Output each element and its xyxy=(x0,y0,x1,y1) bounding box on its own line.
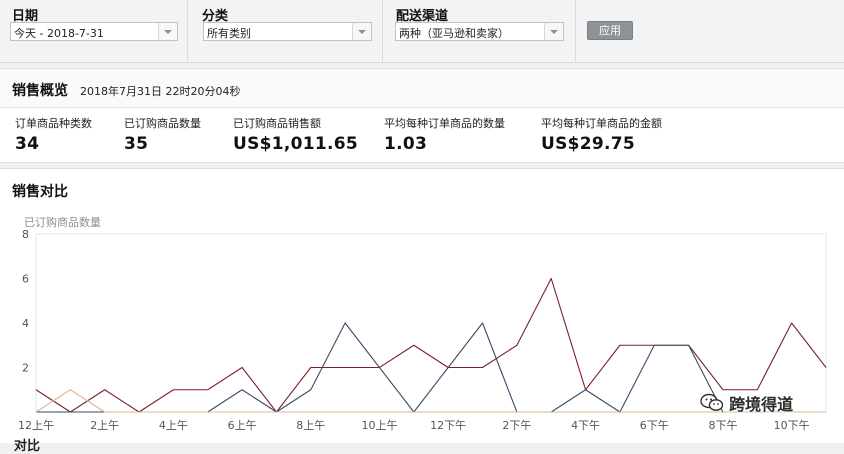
divider xyxy=(575,0,576,62)
sales-overview-title: 销售概览 xyxy=(12,83,68,99)
x-tick-label: 8下午 xyxy=(708,419,737,432)
watermark-text: 跨境得道 xyxy=(729,395,794,414)
metric-value: US$1,011.65 xyxy=(233,134,359,154)
x-tick-label: 4下午 xyxy=(571,419,600,432)
date-filter-group: 日期 今天 - 2018-7-31 xyxy=(0,0,188,62)
chevron-down-icon[interactable] xyxy=(544,23,563,40)
sales-overview-panel: 销售概览 2018年7月31日 22时20分04秒 订单商品种类数 34 已订购… xyxy=(0,68,844,163)
metric-label: 平均每种订单商品的金额 xyxy=(541,117,662,130)
chart-plot-area xyxy=(35,233,827,413)
channel-select[interactable]: 两种（亚马逊和卖家） xyxy=(395,22,564,41)
x-tick-label: 6上午 xyxy=(228,419,257,432)
metric-avg-sales: 平均每种订单商品的金额 US$29.75 xyxy=(541,115,662,154)
metric-value: US$29.75 xyxy=(541,134,636,154)
channel-filter-group: 配送渠道 两种（亚马逊和卖家） xyxy=(384,0,576,62)
x-tick-label: 8上午 xyxy=(296,419,325,432)
x-tick-label: 12上午 xyxy=(18,419,54,432)
divider xyxy=(382,0,383,62)
chevron-down-icon[interactable] xyxy=(352,23,371,40)
wechat-icon xyxy=(700,393,724,413)
y-tick-label: 2 xyxy=(22,362,29,375)
watermark: 跨境得道 xyxy=(700,391,793,415)
date-select[interactable]: 今天 - 2018-7-31 xyxy=(10,22,178,41)
metric-value: 1.03 xyxy=(384,134,428,154)
metric-units-ordered: 已订购商品数量 35 xyxy=(124,115,201,154)
metric-label: 平均每种订单商品的数量 xyxy=(384,117,505,130)
sales-overview-timestamp: 2018年7月31日 22时20分04秒 xyxy=(80,85,241,98)
metric-value: 35 xyxy=(124,134,149,154)
sales-comparison-panel: 销售对比 已订购商品数量 2 4 6 8 12上午 2上午 4上午 6上午 8上午 10上午 12下… xyxy=(0,168,844,454)
category-select[interactable]: 所有类别 xyxy=(203,22,372,41)
x-tick-label: 12下午 xyxy=(430,419,466,432)
y-tick-label: 8 xyxy=(22,228,29,241)
date-select-value: 今天 - 2018-7-31 xyxy=(14,27,104,40)
x-tick-label: 2下午 xyxy=(502,419,531,432)
y-tick-label: 4 xyxy=(22,317,29,330)
comparison-section-label: 对比 xyxy=(14,439,41,454)
x-tick-label: 2上午 xyxy=(90,419,119,432)
x-tick-label: 4上午 xyxy=(159,419,188,432)
chevron-down-icon[interactable] xyxy=(158,23,177,40)
category-select-value: 所有类别 xyxy=(207,27,251,40)
category-filter-group: 分类 所有类别 xyxy=(190,0,383,62)
channel-select-value: 两种（亚马逊和卖家） xyxy=(399,27,509,40)
metric-label: 已订购商品数量 xyxy=(124,117,201,130)
divider xyxy=(187,0,188,62)
x-tick-label: 10下午 xyxy=(774,419,810,432)
apply-button[interactable]: 应用 xyxy=(587,21,633,40)
filter-bar: 日期 今天 - 2018-7-31 分类 所有类别 配送渠道 两种（亚马逊和卖家… xyxy=(0,0,844,63)
metric-ordered-sales: 已订购商品销售额 US$1,011.65 xyxy=(233,115,358,154)
metric-value: 34 xyxy=(15,134,40,154)
metric-order-item-types: 订单商品种类数 34 xyxy=(15,115,92,154)
x-tick-label: 6下午 xyxy=(640,419,669,432)
metric-avg-units: 平均每种订单商品的数量 1.03 xyxy=(384,115,505,154)
metric-label: 已订购商品销售额 xyxy=(233,117,321,130)
sales-overview-header: 销售概览 2018年7月31日 22时20分04秒 xyxy=(0,69,844,108)
metric-label: 订单商品种类数 xyxy=(15,117,92,130)
y-tick-label: 6 xyxy=(22,273,29,286)
x-tick-label: 10上午 xyxy=(361,419,397,432)
